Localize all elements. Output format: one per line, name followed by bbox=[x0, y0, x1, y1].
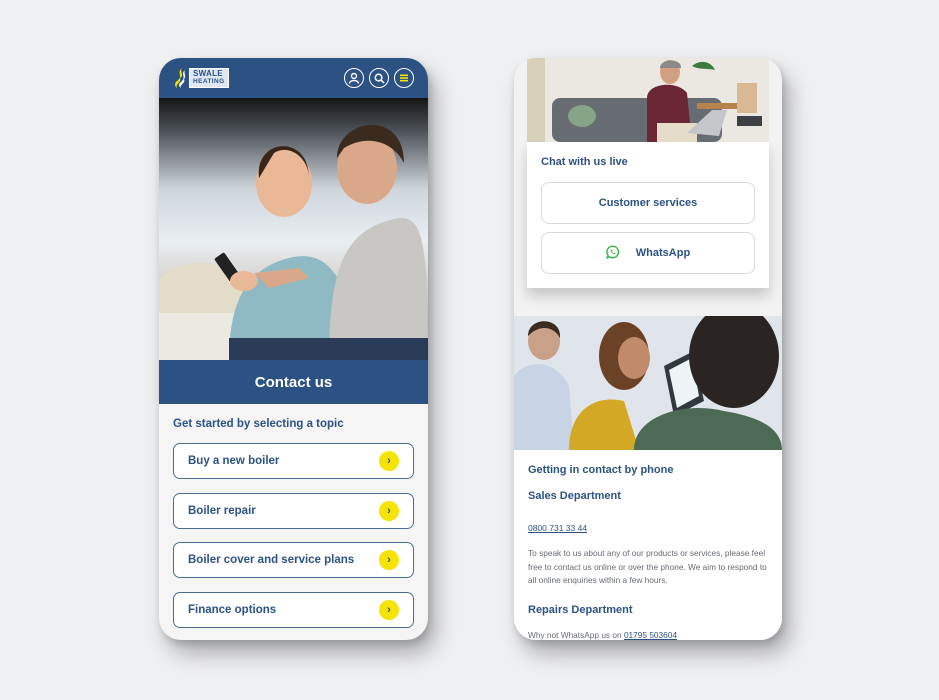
logo-text: SWALE HEATING bbox=[189, 68, 229, 88]
menu-button[interactable] bbox=[394, 68, 414, 88]
customer-services-button[interactable]: Customer services bbox=[541, 182, 755, 224]
sales-description: To speak to us about any of our products… bbox=[528, 548, 767, 585]
left-phone-screen: SWALE HEATING Contact us Get started by … bbox=[159, 58, 428, 640]
repairs-department-title: Repairs Department bbox=[528, 603, 633, 616]
repairs-whatsapp-text: Why not WhatsApp us on 01795 503604 bbox=[528, 630, 768, 640]
whatsapp-button[interactable]: WhatsApp bbox=[541, 232, 755, 274]
flame-logo-icon bbox=[173, 67, 187, 89]
topic-label: Buy a new boiler bbox=[188, 455, 280, 467]
topic-finance-options-button[interactable]: Finance options › bbox=[173, 591, 414, 628]
hero-image-couple-with-phone bbox=[159, 98, 428, 360]
search-button[interactable] bbox=[369, 68, 389, 88]
live-chat-card: Chat with us live Customer services What… bbox=[527, 142, 769, 288]
chevron-right-icon: › bbox=[379, 599, 399, 620]
topic-boiler-cover-button[interactable]: Boiler cover and service plans › bbox=[173, 542, 414, 578]
sales-department-title: Sales Department bbox=[528, 490, 621, 502]
account-button[interactable] bbox=[344, 68, 364, 88]
menu-icon bbox=[400, 74, 408, 82]
topic-label: Finance options bbox=[188, 603, 277, 616]
topic-subtitle: Get started by selecting a topic bbox=[173, 418, 344, 430]
logo-line-1: SWALE bbox=[193, 69, 223, 78]
topic-boiler-repair-button[interactable]: Boiler repair › bbox=[173, 492, 414, 529]
call-centre-agent-image bbox=[514, 316, 782, 450]
account-icon bbox=[348, 72, 360, 84]
chevron-right-icon: › bbox=[379, 451, 399, 471]
page-title: Contact us bbox=[254, 373, 333, 391]
right-phone-screen: Chat with us live Customer services What… bbox=[514, 58, 782, 640]
header-bar: SWALE HEATING bbox=[159, 58, 428, 98]
topic-label: Boiler repair bbox=[188, 504, 256, 517]
customer-services-label: Customer services bbox=[598, 197, 698, 209]
swale-heating-logo[interactable]: SWALE HEATING bbox=[173, 67, 229, 89]
chevron-right-icon: › bbox=[379, 500, 399, 521]
topic-section: Get started by selecting a topic Buy a n… bbox=[159, 404, 428, 628]
chat-title: Chat with us live bbox=[541, 156, 628, 168]
repairs-text-prefix: Why not WhatsApp us on bbox=[528, 629, 622, 640]
header-icons bbox=[344, 68, 414, 88]
logo-line-2: HEATING bbox=[193, 78, 225, 85]
phone-contact-heading: Getting in contact by phone bbox=[528, 464, 674, 476]
search-icon bbox=[374, 73, 385, 84]
phone-contact-section: Getting in contact by phone Sales Depart… bbox=[514, 450, 782, 640]
sales-phone-link[interactable]: 0800 731 33 44 bbox=[528, 523, 587, 533]
whatsapp-icon bbox=[605, 245, 620, 262]
repairs-phone-link[interactable]: 01795 503604 bbox=[624, 630, 677, 640]
man-on-laptop-image bbox=[527, 58, 769, 142]
page-title-banner: Contact us bbox=[159, 360, 428, 404]
chevron-right-icon: › bbox=[379, 550, 399, 570]
topic-buy-new-boiler-button[interactable]: Buy a new boiler › bbox=[173, 443, 414, 479]
whatsapp-label: WhatsApp bbox=[635, 247, 691, 259]
topic-label: Boiler cover and service plans bbox=[188, 554, 355, 566]
